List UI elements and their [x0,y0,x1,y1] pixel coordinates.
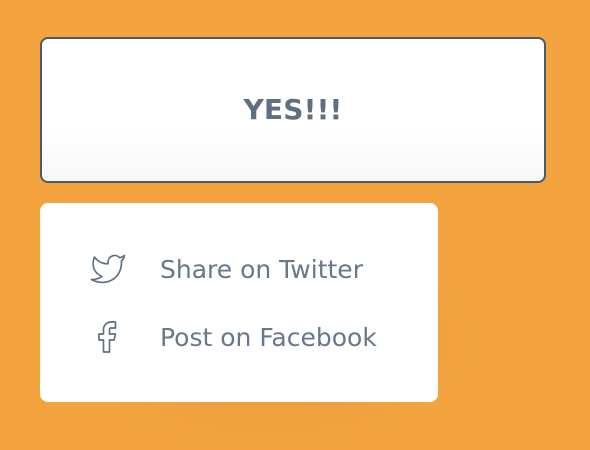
share-on-twitter-label: Share on Twitter [160,254,363,284]
post-on-facebook-item[interactable]: Post on Facebook [40,309,438,365]
yes-button-label: YES!!! [243,92,343,126]
twitter-icon [90,251,126,287]
share-on-twitter-item[interactable]: Share on Twitter [40,241,438,297]
facebook-icon [90,319,126,355]
share-menu: Share on Twitter Post on Facebook [40,203,438,402]
yes-button[interactable]: YES!!! [40,37,546,183]
post-on-facebook-label: Post on Facebook [160,322,377,352]
